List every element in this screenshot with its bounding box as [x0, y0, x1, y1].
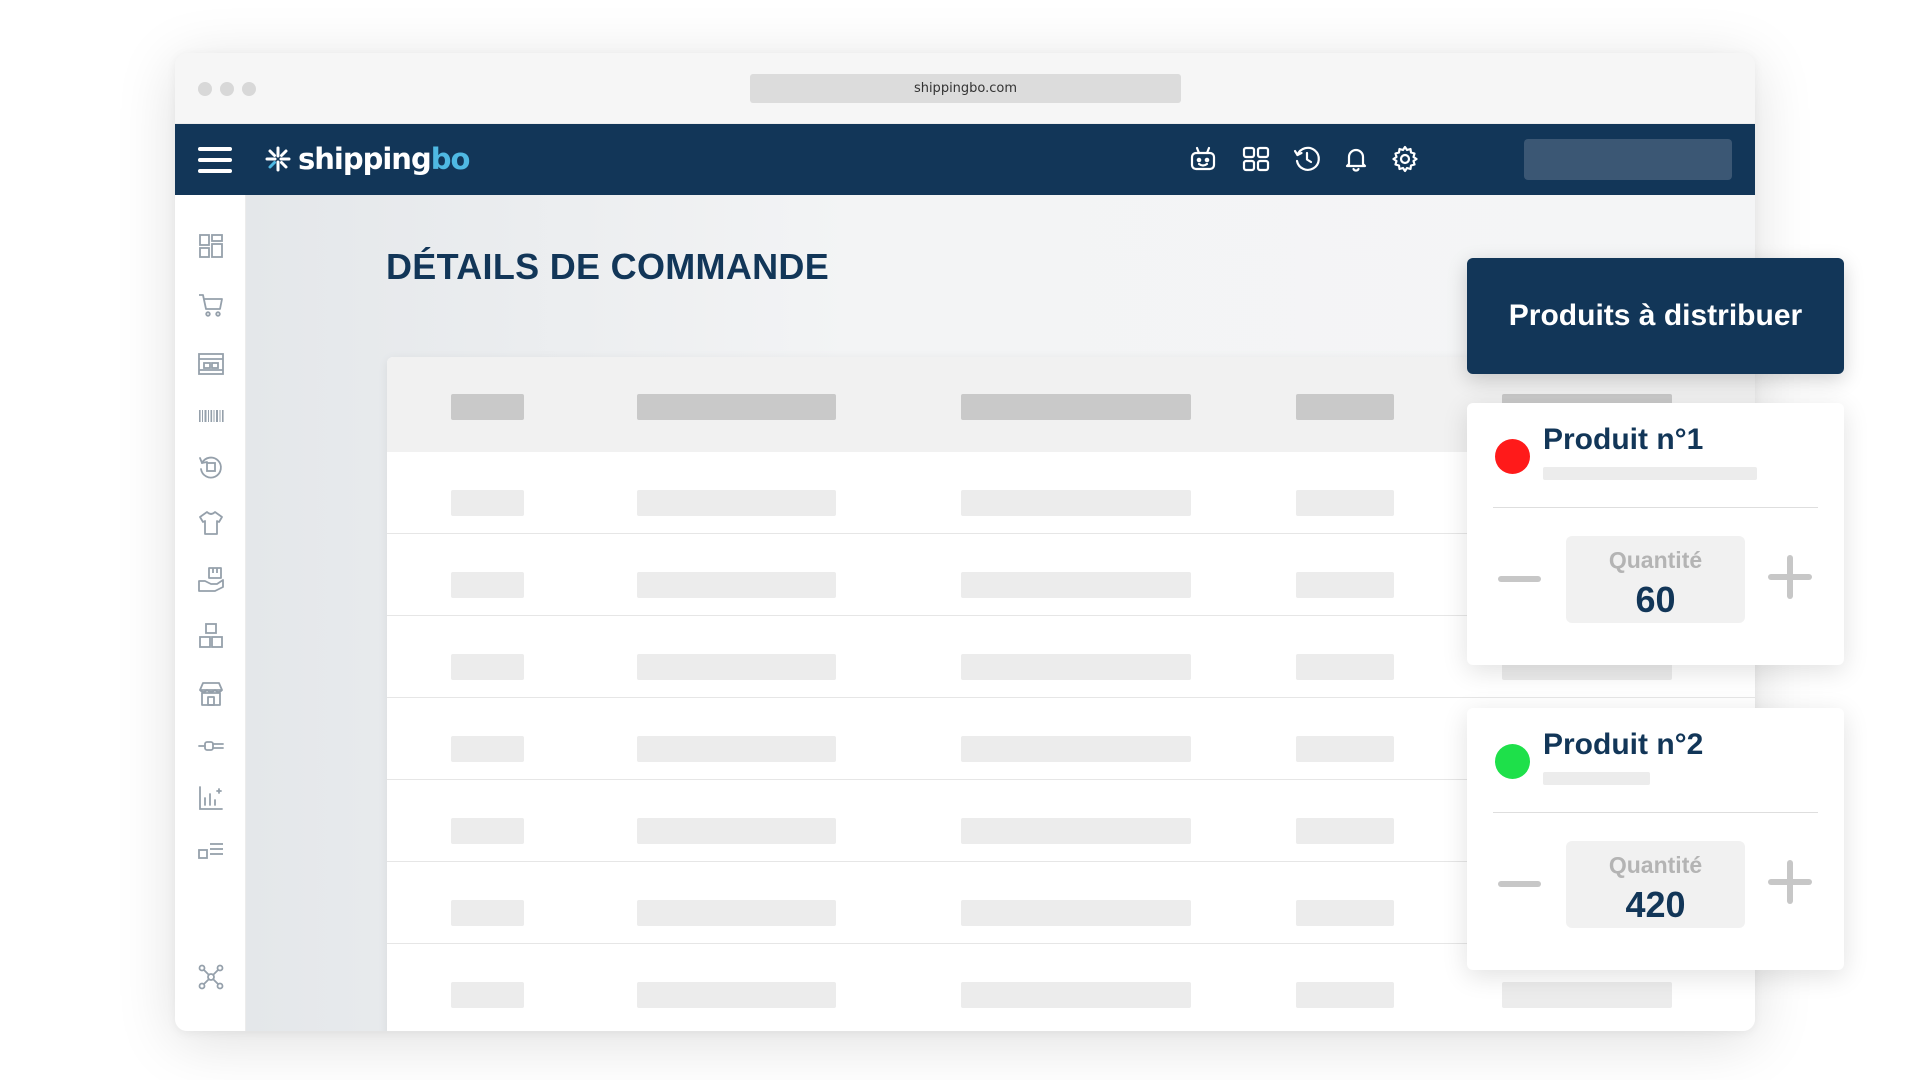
- cell-placeholder: [961, 900, 1191, 926]
- browser-chrome: shippingbo.com: [175, 53, 1755, 124]
- header-placeholder: [637, 394, 836, 420]
- quantity-label: Quantité: [1608, 547, 1703, 573]
- divider: [1493, 812, 1818, 813]
- cell-placeholder: [451, 900, 524, 926]
- cell-placeholder: [1296, 982, 1394, 1008]
- status-dot: [1495, 439, 1530, 474]
- cell-placeholder: [961, 572, 1191, 598]
- product-card: Produit n°2 Quantité 420: [1467, 708, 1844, 970]
- cell-placeholder: [637, 818, 836, 844]
- divider: [1493, 507, 1818, 508]
- apps-grid-icon[interactable]: [1241, 144, 1271, 174]
- cell-placeholder: [637, 736, 836, 762]
- integrations-icon[interactable]: [197, 963, 225, 991]
- top-navbar: shippingbo: [175, 124, 1755, 195]
- cell-placeholder: [637, 654, 836, 680]
- barcode-icon[interactable]: [197, 402, 225, 430]
- status-dot: [1495, 744, 1530, 779]
- store-icon[interactable]: [197, 680, 225, 708]
- cell-placeholder: [961, 490, 1191, 516]
- logo-spark-icon: [265, 146, 291, 172]
- product-name: Produit n°1: [1543, 423, 1704, 456]
- stage: shippingbo.com shippingbo DÉTAILS DE COM…: [0, 0, 1920, 1080]
- quantity-value: 420: [1625, 884, 1686, 925]
- cell-placeholder: [451, 736, 524, 762]
- quantity-label: Quantité: [1608, 852, 1703, 878]
- search-input[interactable]: [1524, 139, 1732, 180]
- quantity-field[interactable]: Quantité 60: [1566, 536, 1745, 623]
- address-bar[interactable]: shippingbo.com: [750, 74, 1181, 103]
- warehouse-icon[interactable]: [197, 350, 225, 378]
- menu-icon[interactable]: [198, 147, 232, 173]
- cell-placeholder: [1296, 572, 1394, 598]
- cell-placeholder: [961, 654, 1191, 680]
- logo-text: shippingbo: [298, 142, 470, 176]
- cell-placeholder: [961, 736, 1191, 762]
- increase-quantity-button[interactable]: [1768, 860, 1812, 904]
- analytics-icon[interactable]: [197, 784, 225, 812]
- header-placeholder: [451, 394, 524, 420]
- quantity-field[interactable]: Quantité 420: [1566, 841, 1745, 928]
- cell-placeholder: [1296, 818, 1394, 844]
- increase-quantity-button[interactable]: [1768, 555, 1812, 599]
- product-name: Produit n°2: [1543, 728, 1704, 761]
- dashboard-icon[interactable]: [197, 232, 225, 260]
- window-close-dot[interactable]: [198, 82, 212, 96]
- cell-placeholder: [451, 982, 524, 1008]
- cell-placeholder: [1296, 490, 1394, 516]
- product-subtitle-placeholder: [1543, 467, 1757, 480]
- cell-placeholder: [451, 654, 524, 680]
- header-placeholder: [1296, 394, 1394, 420]
- cart-icon[interactable]: [197, 291, 225, 319]
- cell-placeholder: [637, 572, 836, 598]
- history-icon[interactable]: [1292, 144, 1322, 174]
- cell-placeholder: [1296, 900, 1394, 926]
- page-title: DÉTAILS DE COMMANDE: [386, 246, 830, 287]
- bell-icon[interactable]: [1341, 144, 1371, 174]
- boxes-icon[interactable]: [197, 622, 225, 650]
- delivery-hand-icon[interactable]: [197, 565, 225, 593]
- sidebar: [175, 195, 246, 1031]
- cell-placeholder: [637, 490, 836, 516]
- returns-icon[interactable]: [197, 453, 225, 481]
- quantity-value: 60: [1635, 579, 1676, 620]
- gear-icon[interactable]: [1390, 144, 1420, 174]
- connector-icon[interactable]: [197, 732, 225, 760]
- list-icon[interactable]: [197, 837, 225, 865]
- tshirt-icon[interactable]: [197, 509, 225, 537]
- decrease-quantity-button[interactable]: [1498, 881, 1541, 887]
- cell-placeholder: [1296, 736, 1394, 762]
- cell-placeholder: [1502, 982, 1672, 1008]
- window-minimize-dot[interactable]: [220, 82, 234, 96]
- cell-placeholder: [637, 900, 836, 926]
- products-panel-header: Produits à distribuer: [1467, 258, 1844, 374]
- cell-placeholder: [451, 490, 524, 516]
- cell-placeholder: [637, 982, 836, 1008]
- decrease-quantity-button[interactable]: [1498, 576, 1541, 582]
- product-subtitle-placeholder: [1543, 772, 1650, 785]
- product-card: Produit n°1 Quantité 60: [1467, 403, 1844, 665]
- logo[interactable]: shippingbo: [264, 141, 470, 177]
- robot-icon[interactable]: [1188, 144, 1218, 174]
- header-placeholder: [961, 394, 1191, 420]
- cell-placeholder: [961, 818, 1191, 844]
- cell-placeholder: [451, 572, 524, 598]
- cell-placeholder: [451, 818, 524, 844]
- cell-placeholder: [1296, 654, 1394, 680]
- cell-placeholder: [961, 982, 1191, 1008]
- window-maximize-dot[interactable]: [242, 82, 256, 96]
